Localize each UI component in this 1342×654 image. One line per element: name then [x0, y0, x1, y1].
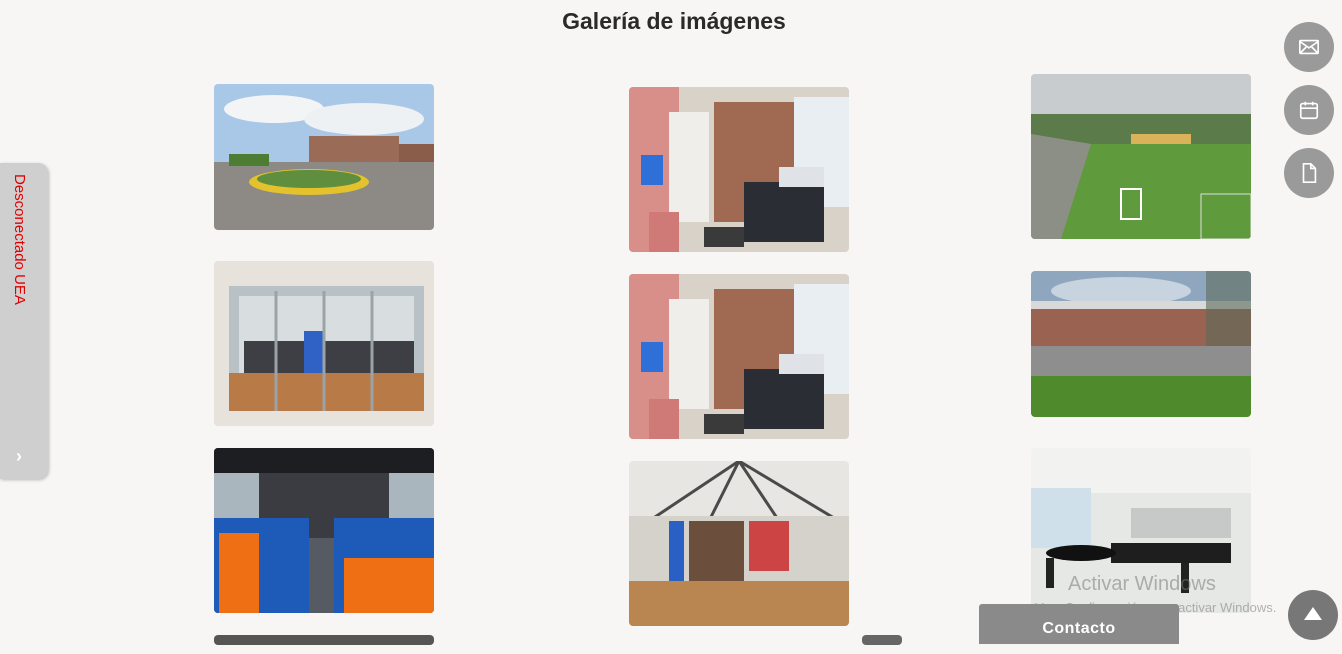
side-tab-label: Desconectado UEA: [11, 174, 28, 305]
windows-activation-watermark-title: Activar Windows: [1068, 573, 1216, 595]
gallery-photo-row4-left[interactable]: [214, 635, 434, 645]
calendar-button[interactable]: [1284, 85, 1334, 135]
side-status-tab[interactable]: Desconectado UEA ›: [0, 163, 48, 479]
gallery-photo-campus-building-lawn[interactable]: [1031, 271, 1251, 417]
mail-icon: [1299, 39, 1319, 55]
gallery-photo-bus-interior[interactable]: [214, 448, 434, 613]
gallery-photo-glass-doors-library[interactable]: [214, 261, 434, 426]
calendar-icon: [1299, 101, 1319, 120]
gallery-photo-row4-middle[interactable]: [862, 635, 902, 645]
chevron-right-icon[interactable]: ›: [16, 446, 22, 467]
gallery-photo-soccer-field[interactable]: [1031, 74, 1251, 239]
mail-button[interactable]: [1284, 22, 1334, 72]
document-icon: [1302, 163, 1317, 183]
contact-button[interactable]: Contacto: [979, 604, 1179, 644]
document-button[interactable]: [1284, 148, 1334, 198]
scroll-to-top-button[interactable]: [1288, 590, 1338, 640]
gallery-title: Galería de imágenes: [562, 8, 786, 34]
gallery-photo-office-room[interactable]: [629, 87, 849, 252]
gallery-photo-library-interior[interactable]: [629, 461, 849, 626]
gallery-photo-campus-roundabout[interactable]: [214, 84, 434, 230]
gallery-photo-office-room-2[interactable]: [629, 274, 849, 439]
